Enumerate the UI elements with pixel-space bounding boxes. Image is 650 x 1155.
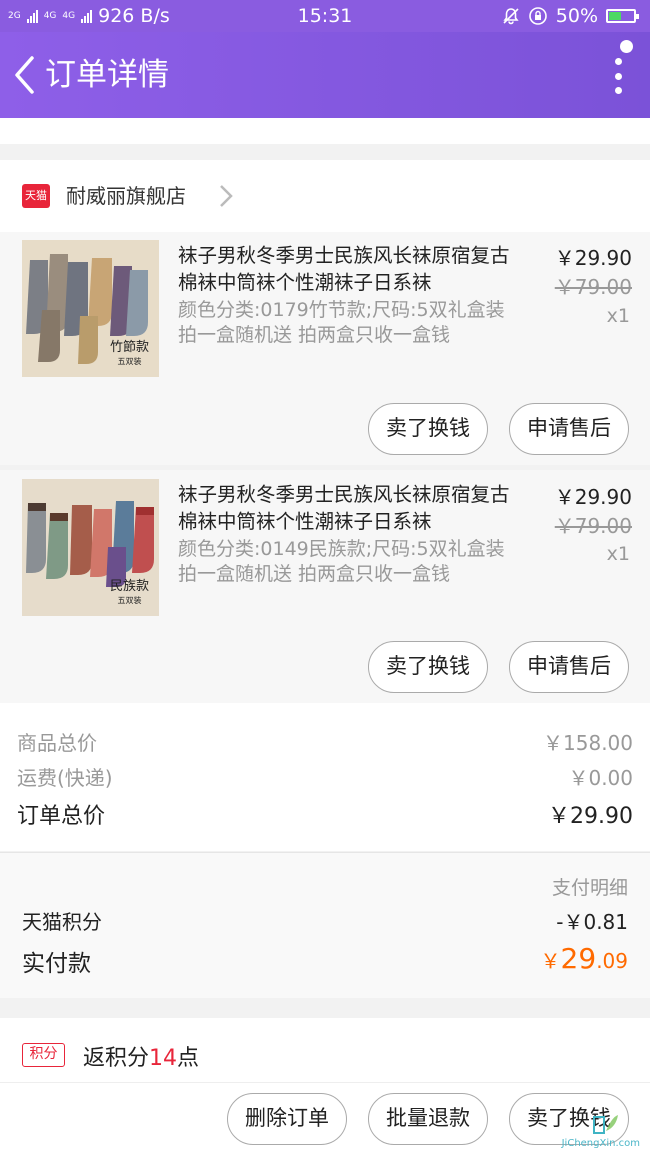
order-total-value: ￥29.90 [548,804,633,829]
thumb-label: 竹節款 五双装 [109,340,149,367]
product-spec: 颜色分类:0149民族款;尺码:5双礼盒装 拍一盒随机送 拍两盒只收一盒钱 [178,538,505,585]
nav-bar: 订单详情 [0,32,650,118]
battery-percent: 50% [555,5,598,27]
product-title[interactable]: 袜子男秋冬季男士民族风长袜原宿复古棉袜中筒袜个性潮袜子日系袜 [178,242,518,296]
shipping-label: 运费(快递) [17,766,113,790]
original-price: ￥79.00 [554,514,632,538]
sell-exchange-button[interactable]: 卖了换钱 [368,403,488,455]
product-price: ￥29.90 [554,246,632,270]
watermark-logo-icon [593,1115,618,1134]
batch-refund-button[interactable]: 批量退款 [368,1093,488,1145]
after-sale-button[interactable]: 申请售后 [509,403,629,455]
product-price: ￥29.90 [554,485,632,509]
goods-total-value: ￥158.00 [543,731,633,755]
delete-order-button[interactable]: 删除订单 [227,1093,347,1145]
more-menu-icon[interactable] [614,58,622,94]
rotation-lock-icon [528,7,547,25]
chevron-right-icon[interactable] [217,183,235,209]
points-tag: 积分 [22,1043,65,1067]
product-title[interactable]: 袜子男秋冬季男士民族风长袜原宿复古棉袜中筒袜个性潮袜子日系袜 [178,481,518,535]
payment-detail-label: 支付明细 [551,877,628,899]
tmall-badge-icon: 天猫 [22,184,50,208]
back-arrow-icon[interactable] [12,54,38,96]
product-thumbnail[interactable]: 民族款 五双装 [22,479,159,616]
after-sale-button[interactable]: 申请售后 [509,641,629,693]
battery-icon [606,9,639,23]
paid-amount: ￥29.09 [540,942,628,975]
status-bar: 2G 4G 4G 926 B/s 15:31 50% [0,0,650,32]
quantity: x1 [606,305,630,327]
notification-dot [620,40,633,53]
shop-name[interactable]: 耐威丽旗舰店 [66,182,186,210]
order-total-label: 订单总价 [17,804,106,829]
thumb-label: 民族款 五双装 [109,579,149,606]
original-price: ￥79.00 [554,275,632,299]
goods-total-label: 商品总价 [17,731,97,755]
top-strip [0,118,650,144]
quantity: x1 [606,543,630,565]
tmall-points-label: 天猫积分 [22,910,102,934]
product-thumbnail[interactable]: 竹節款 五双装 [22,240,159,377]
product-spec: 颜色分类:0179竹节款;尺码:5双礼盒装 拍一盒随机送 拍两盒只收一盒钱 [178,299,505,346]
sell-exchange-button[interactable]: 卖了换钱 [368,641,488,693]
shipping-value: ￥0.00 [568,766,633,790]
points-reward-text: 返积分14点 [83,1046,200,1071]
paid-label: 实付款 [22,951,91,977]
tmall-points-value: -￥0.81 [556,910,628,934]
mute-icon [503,8,519,25]
watermark: JiChengXin.com [561,1138,640,1149]
page-title: 订单详情 [45,57,169,93]
